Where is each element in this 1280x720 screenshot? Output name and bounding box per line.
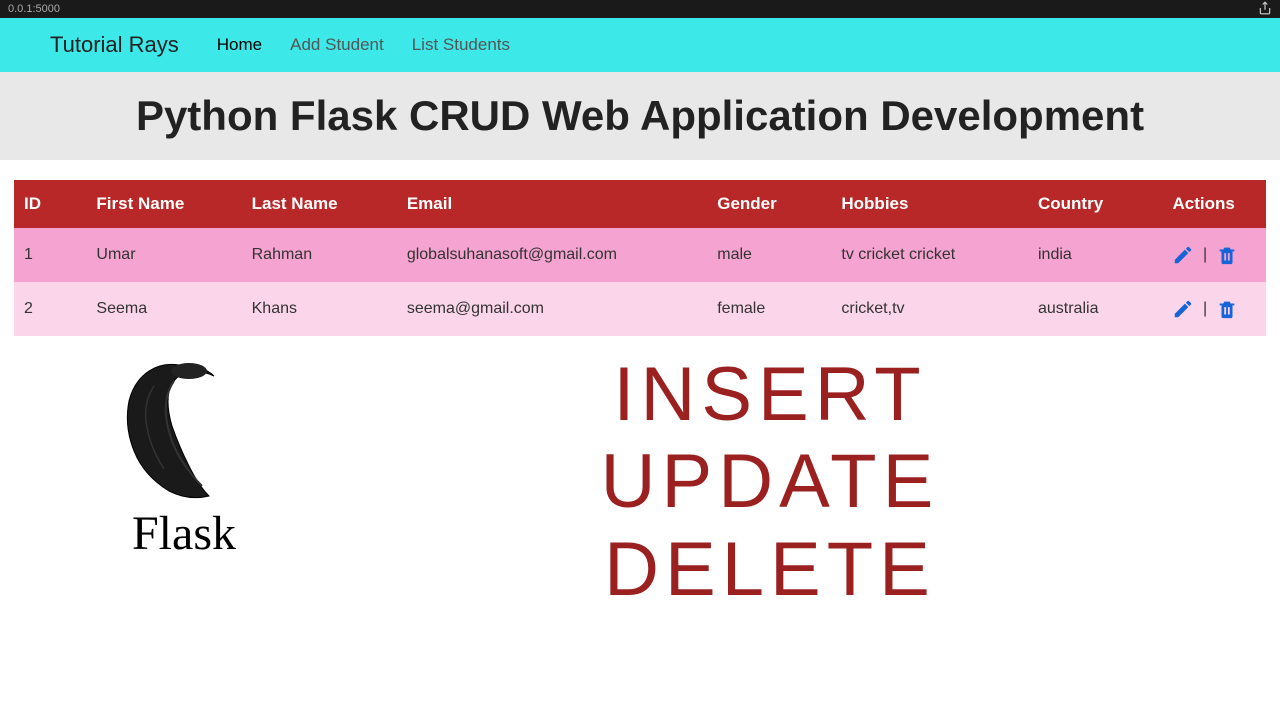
nav-link-add-student[interactable]: Add Student [290,35,384,55]
th-hobbies: Hobbies [831,180,1028,228]
cell-email: seema@gmail.com [397,282,707,336]
delete-icon[interactable] [1216,244,1238,266]
th-country: Country [1028,180,1163,228]
crud-word-insert: INSERT [314,351,1226,438]
title-band: Python Flask CRUD Web Application Develo… [0,72,1280,160]
browser-address-bar: 0.0.1:5000 [0,0,1280,18]
share-icon[interactable] [1258,1,1272,18]
crud-words: INSERT UPDATE DELETE [314,351,1226,613]
edit-icon[interactable] [1172,244,1194,266]
cell-email: globalsuhanasoft@gmail.com [397,228,707,282]
cell-last-name: Rahman [242,228,397,282]
cell-first-name: Seema [86,282,241,336]
cell-country: india [1028,228,1163,282]
bottom-section: Flask INSERT UPDATE DELETE [14,351,1266,613]
cell-gender: male [707,228,831,282]
page-title: Python Flask CRUD Web Application Develo… [0,92,1280,140]
main-container: ID First Name Last Name Email Gender Hob… [0,160,1280,613]
table-row: 2 Seema Khans seema@gmail.com female cri… [14,282,1266,336]
crud-word-update: UPDATE [314,438,1226,525]
cell-gender: female [707,282,831,336]
students-table: ID First Name Last Name Email Gender Hob… [14,180,1266,336]
th-id: ID [14,180,86,228]
cell-country: australia [1028,282,1163,336]
table-header-row: ID First Name Last Name Email Gender Hob… [14,180,1266,228]
nav-link-list-students[interactable]: List Students [412,35,510,55]
flask-logo-text: Flask [54,506,314,561]
cell-hobbies: cricket,tv [831,282,1028,336]
nav-link-home[interactable]: Home [217,35,262,55]
cell-hobbies: tv cricket cricket [831,228,1028,282]
th-actions: Actions [1162,180,1266,228]
cell-actions: | [1162,228,1266,282]
cell-id: 1 [14,228,86,282]
url-text: 0.0.1:5000 [8,3,60,15]
th-last-name: Last Name [242,180,397,228]
th-email: Email [397,180,707,228]
navbar: Tutorial Rays Home Add Student List Stud… [0,18,1280,72]
th-gender: Gender [707,180,831,228]
th-first-name: First Name [86,180,241,228]
delete-icon[interactable] [1216,298,1238,320]
cell-actions: | [1162,282,1266,336]
cell-first-name: Umar [86,228,241,282]
brand-text: Tutorial Rays [50,32,179,58]
action-separator: | [1203,300,1207,317]
flask-horn-icon [54,351,314,516]
table-row: 1 Umar Rahman globalsuhanasoft@gmail.com… [14,228,1266,282]
cell-id: 2 [14,282,86,336]
flask-logo: Flask [54,351,314,561]
edit-icon[interactable] [1172,298,1194,320]
cell-last-name: Khans [242,282,397,336]
crud-word-delete: DELETE [314,526,1226,613]
action-separator: | [1203,246,1207,263]
